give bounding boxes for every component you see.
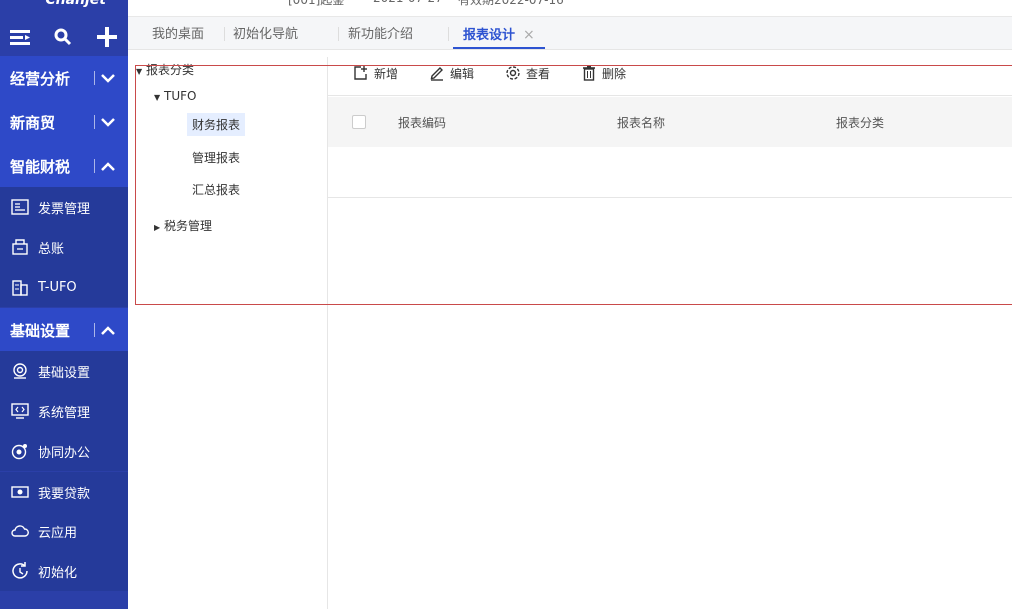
section-smart-tax[interactable]: 智能财税 [0,144,128,188]
pencil-icon [430,67,443,81]
tree-node-tufo[interactable]: ▼ TUFO [154,89,196,103]
sidebar-item-cloud[interactable]: 云应用 [0,511,128,551]
gear-icon [506,66,520,80]
tree-node-root[interactable]: ▼ 报表分类 [136,61,194,78]
collab-icon [10,441,30,461]
tree-node-summary-report[interactable]: 汇总报表 [192,181,240,198]
menu-icon[interactable] [8,23,32,51]
tab-bar: 我的桌面 初始化导航 新功能介绍 报表设计 × [128,17,1012,50]
ledger-icon [10,237,30,257]
sidebar-item-tufo[interactable]: T-UFO [0,267,128,307]
trash-icon [583,66,595,81]
add-doc-icon [354,66,367,80]
category-tree: ▼ 报表分类 ▼ TUFO 财务报表 管理报表 汇总报表 ▶ 税务管理 [136,57,328,609]
section-business-analysis[interactable]: 经营分析 [0,56,128,100]
edit-button[interactable]: 编辑 [429,63,474,83]
column-header-name[interactable]: 报表名称 [617,114,665,131]
sidebar-item-ledger[interactable]: 总账 [0,227,128,267]
chevron-up-icon [101,325,115,335]
brand-logo: Chanjet [0,0,128,12]
cloud-icon [10,521,30,541]
close-icon[interactable]: × [523,27,535,43]
tree-node-management-report[interactable]: 管理报表 [192,149,240,166]
caret-right-icon[interactable]: ▶ [154,223,164,232]
add-icon[interactable] [95,23,119,51]
init-icon [10,561,30,581]
table-divider [328,197,1012,198]
monitor-code-icon [10,401,30,421]
delete-button[interactable]: 删除 [581,63,626,83]
sidebar-toolbar [0,17,128,57]
report-toolbar: 新增 编辑 查看 删除 [328,57,1012,96]
chevron-down-icon [101,73,115,83]
brand-text: Chanjet [45,0,106,8]
tab-my-desktop[interactable]: 我的桌面 [152,17,204,49]
sidebar-item-system[interactable]: 系统管理 [0,391,128,431]
section-base-settings[interactable]: 基础设置 [0,308,128,352]
loan-icon [10,482,30,502]
tree-node-financial-report[interactable]: 财务报表 [187,113,246,136]
column-header-code[interactable]: 报表编码 [398,114,446,131]
caret-down-icon[interactable]: ▼ [136,67,146,76]
sidebar: Chanjet 经营分析 新商贸 智能财税 发票管理 总账 T-UFO 基础设置 [0,0,128,609]
column-header-category[interactable]: 报表分类 [836,114,884,131]
view-button[interactable]: 查看 [505,63,550,83]
chevron-up-icon [101,161,115,171]
select-all-checkbox[interactable] [352,115,366,129]
chevron-down-icon [101,117,115,127]
sidebar-item-collab[interactable]: 协同办公 [0,431,128,471]
top-info-bar: [001]起鉴 2021-07-27 有效期2022-07-16 [128,0,1012,17]
invoice-icon [10,197,30,217]
sidebar-item-base-settings[interactable]: 基础设置 [0,351,128,391]
building-icon [10,277,30,297]
search-icon[interactable] [51,23,75,51]
sidebar-item-loan[interactable]: 我要贷款 [0,472,128,512]
caret-down-icon[interactable]: ▼ [154,93,164,102]
add-button[interactable]: 新增 [353,63,398,83]
settings-icon [10,361,30,381]
tab-new-features[interactable]: 新功能介绍 [348,17,413,49]
section-new-trade[interactable]: 新商贸 [0,100,128,144]
table-header: 报表编码 报表名称 报表分类 [328,97,1012,147]
sidebar-item-invoice[interactable]: 发票管理 [0,187,128,227]
tab-init-nav[interactable]: 初始化导航 [233,17,298,49]
sidebar-item-init[interactable]: 初始化 [0,551,128,591]
tree-node-tax[interactable]: ▶ 税务管理 [154,217,212,234]
tab-report-design[interactable]: 报表设计 × [453,17,545,49]
